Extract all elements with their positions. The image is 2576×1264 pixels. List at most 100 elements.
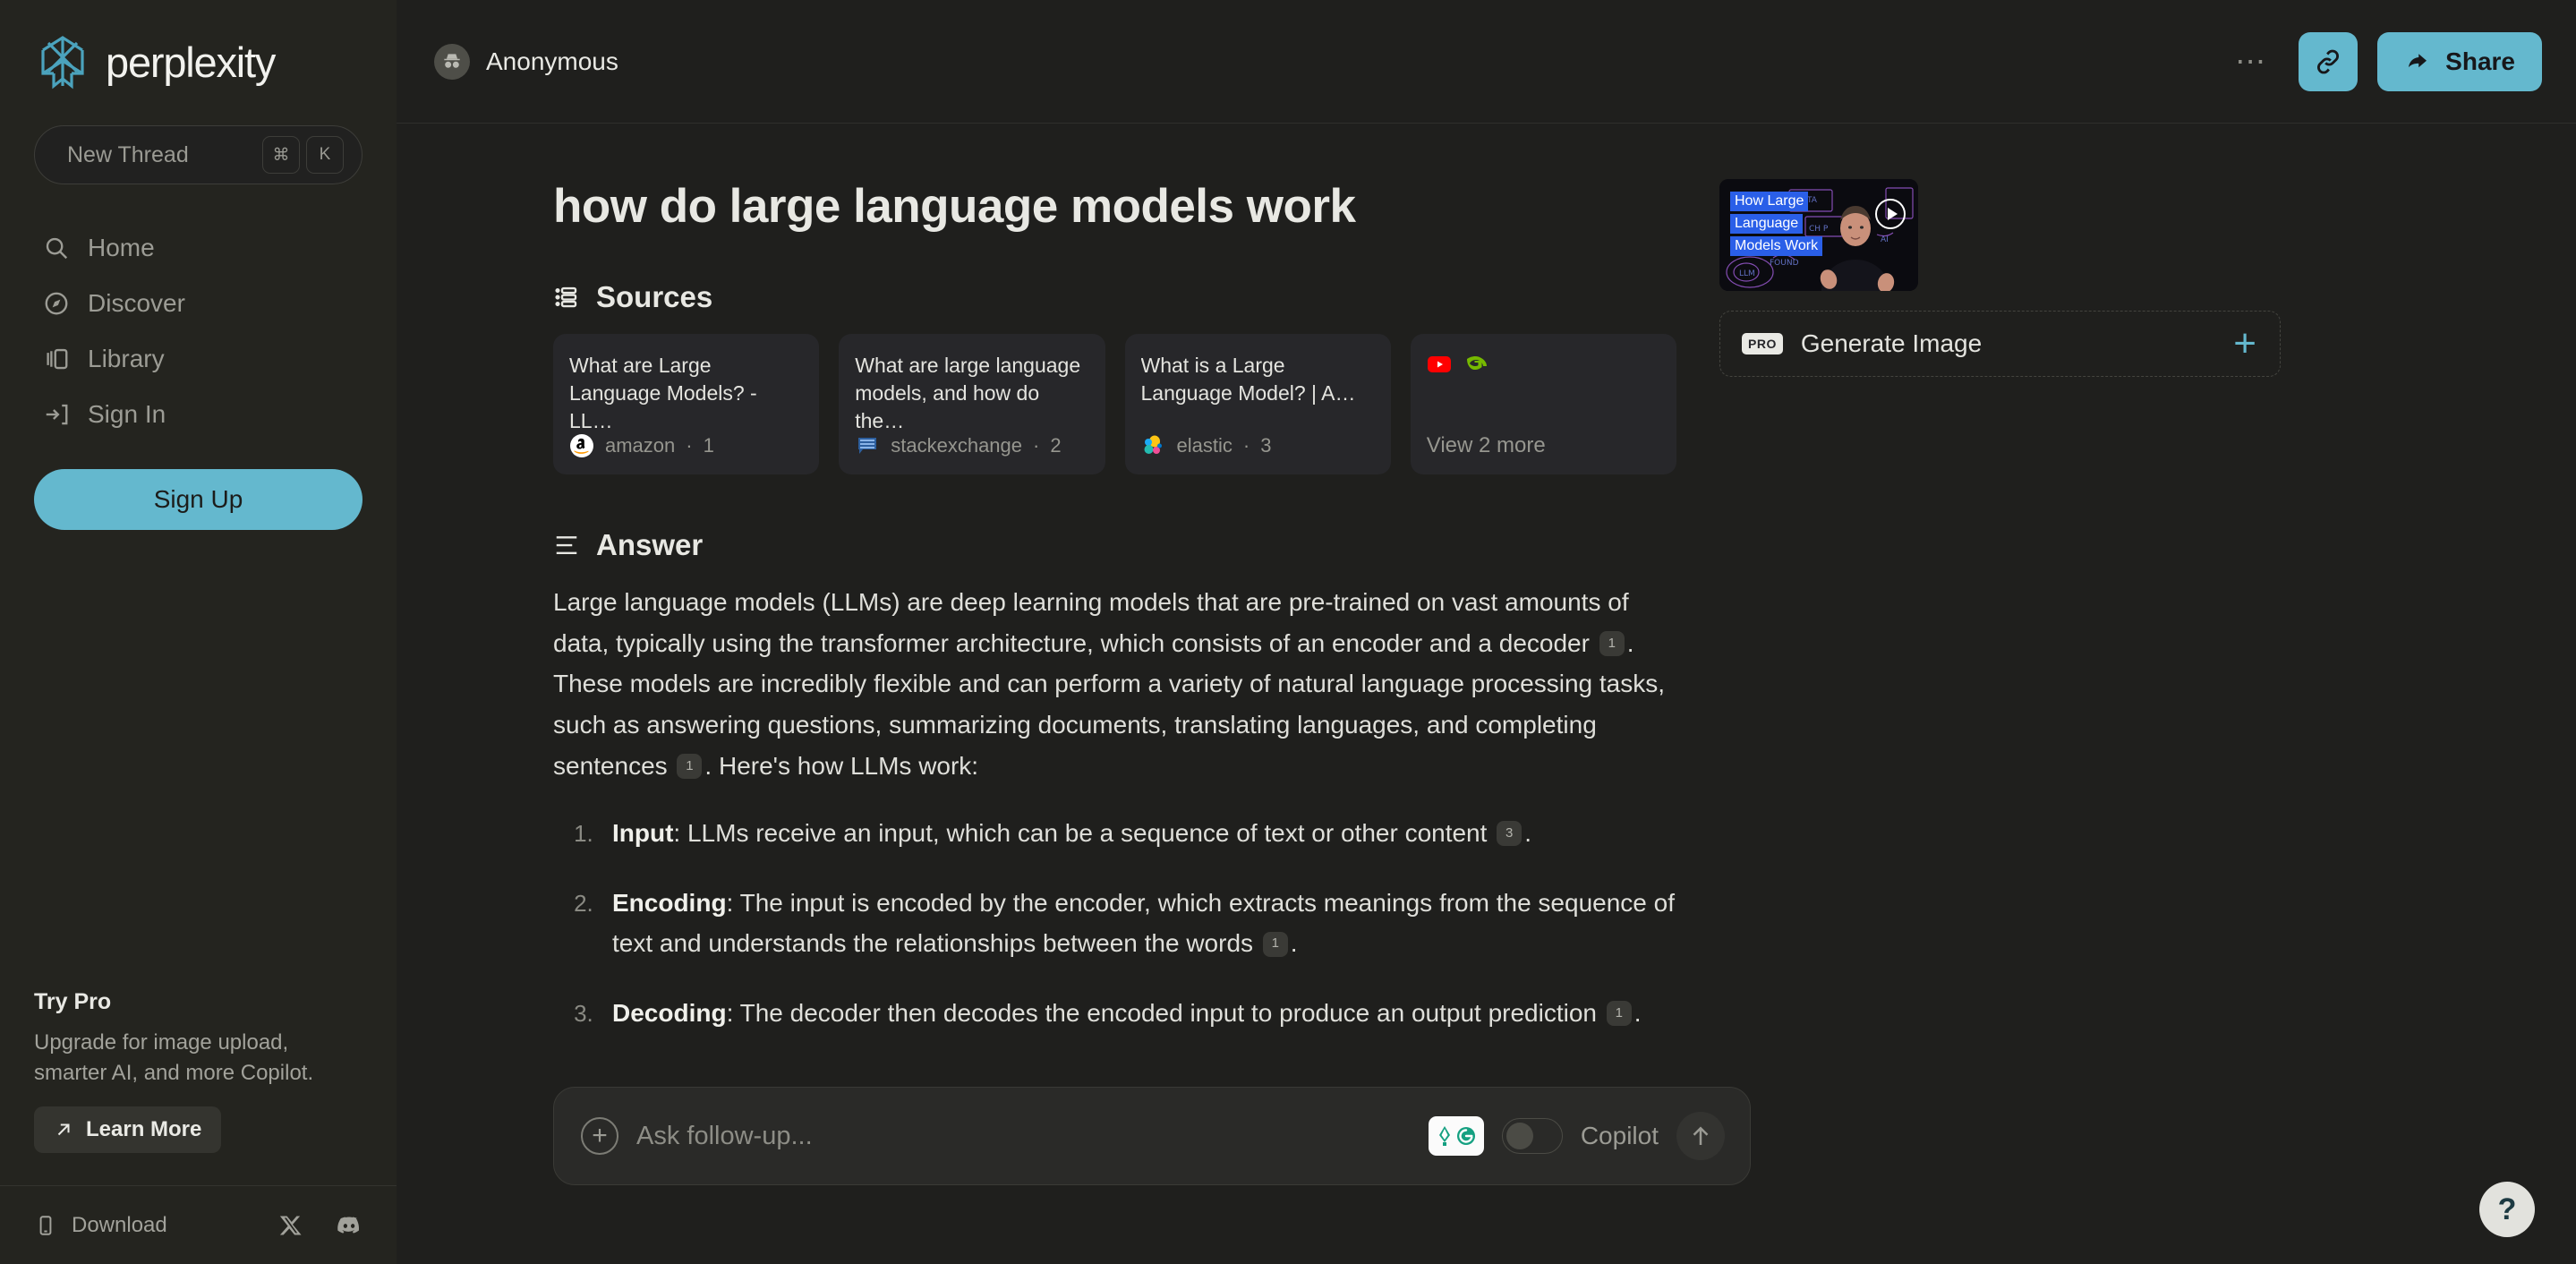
video-thumbnail[interactable]: TA CH P FOUND LLM AI How Large Language … [1719, 179, 1918, 291]
source-site: stackexchange [891, 434, 1023, 457]
copy-link-button[interactable] [2299, 31, 2358, 91]
followup-bar: + Ask follow-up... Copilot [553, 1087, 1751, 1185]
list-item-term: Input [612, 819, 674, 848]
sidebar-item-discover[interactable]: Discover [0, 276, 397, 331]
answer-text-part: . Here's how LLMs work: [704, 751, 979, 780]
list-item-text: : The input is encoded by the encoder, w… [612, 888, 1675, 958]
citation-badge[interactable]: 1 [1262, 931, 1288, 957]
list-item-tail: . [1633, 999, 1642, 1027]
generate-image-button[interactable]: PRO Generate Image + [1719, 311, 2281, 377]
elastic-favicon [1144, 435, 1162, 454]
source-title: What are large language models, and how … [855, 354, 1081, 432]
sidebar-item-label-library: Library [88, 345, 165, 372]
source-index: 3 [1260, 434, 1272, 457]
download-label: Download [72, 1212, 167, 1237]
sidebar-footer: Download [0, 1185, 397, 1264]
compass-icon [45, 292, 68, 315]
sidebar-item-sign-in[interactable]: Sign In [0, 387, 397, 442]
sidebar-item-library[interactable]: Library [0, 331, 397, 387]
amazon-favicon [570, 434, 593, 457]
grammarly-badge-icon[interactable] [1428, 1116, 1484, 1156]
followup-input[interactable]: Ask follow-up... [636, 1122, 1411, 1151]
arrow-up-right-icon [57, 1123, 70, 1136]
x-twitter-icon[interactable] [278, 1213, 303, 1238]
submit-button[interactable] [1676, 1112, 1725, 1160]
new-thread-button[interactable]: New Thread ⌘ K [34, 125, 363, 184]
play-button-icon[interactable] [1875, 199, 1906, 229]
sidebar-item-label-sign-in: Sign In [88, 400, 166, 428]
list-item: Encoding: The input is encoded by the en… [600, 883, 1676, 964]
sidebar-item-label-discover: Discover [88, 289, 185, 317]
answer-paragraph: Large language models (LLMs) are deep le… [553, 582, 1676, 786]
source-title: What are Large Language Models? - LL… [569, 354, 757, 432]
source-meta: elastic · 3 [1141, 433, 1375, 458]
source-site: amazon [605, 434, 676, 457]
citation-badge[interactable]: 3 [1497, 821, 1523, 847]
copilot-toggle[interactable] [1501, 1118, 1563, 1154]
brand-name: perplexity [106, 38, 276, 86]
list-item-tail: . [1290, 929, 1298, 958]
grammarly-g-icon [1457, 1127, 1476, 1145]
followup-bar-wrapper: + Ask follow-up... Copilot [553, 1087, 1751, 1185]
answer-text-part: Large language models (LLMs) are deep le… [553, 588, 1629, 657]
video-title-line: Language [1730, 214, 1804, 234]
view-more-sources-card[interactable]: View 2 more [1410, 334, 1676, 474]
stackexchange-favicon [858, 438, 877, 454]
source-card[interactable]: What are large language models, and how … [839, 334, 1105, 474]
list-item-tail: . [1524, 819, 1531, 848]
app-root: perplexity New Thread ⌘ K Home Discover [0, 0, 2576, 1264]
sidebar-nav: Home Discover Library Sign In [0, 220, 397, 442]
top-bar: Anonymous ⋯ Share [397, 0, 2576, 124]
citation-badge[interactable]: 1 [1599, 630, 1625, 656]
source-card[interactable]: What are Large Language Models? - LL… am… [553, 334, 820, 474]
svg-text:AI: AI [1881, 235, 1889, 244]
perplexity-logo-icon [41, 36, 84, 90]
sources-heading: Sources [553, 280, 1676, 314]
copilot-label: Copilot [1580, 1122, 1659, 1149]
source-title: What is a Large Language Model? | A… [1140, 354, 1356, 405]
grammarly-pen-icon [1439, 1126, 1451, 1146]
avatar [434, 43, 470, 80]
plus-icon[interactable]: + [2233, 323, 2256, 363]
sidebar-item-home[interactable]: Home [0, 220, 397, 276]
discord-icon[interactable] [336, 1212, 363, 1239]
brand-logo[interactable]: perplexity [0, 0, 397, 90]
list-item: Decoding: The decoder then decodes the e… [600, 993, 1676, 1034]
social-links [278, 1212, 363, 1239]
sources-list: What are Large Language Models? - LL… am… [553, 334, 1676, 474]
source-card[interactable]: What is a Large Language Model? | A… ela… [1124, 334, 1391, 474]
source-separator: · [686, 434, 693, 457]
plus-circle-icon[interactable]: + [581, 1117, 618, 1155]
generate-image-label: Generate Image [1800, 329, 1983, 357]
share-arrow-icon [2409, 53, 2427, 67]
answer-section: Answer Large language models (LLMs) are … [553, 528, 1676, 1034]
thread-owner-name: Anonymous [486, 47, 618, 75]
library-icon [47, 348, 68, 370]
list-item: Input: LLMs receive an input, which can … [600, 813, 1676, 854]
list-item-term: Decoding [612, 999, 727, 1027]
download-button[interactable]: Download [34, 1213, 167, 1238]
help-button[interactable]: ? [2479, 1182, 2535, 1237]
try-pro-title: Try Pro [34, 988, 112, 1014]
youtube-favicon [1427, 356, 1451, 372]
citation-badge[interactable]: 1 [677, 753, 703, 779]
sources-list-icon [555, 286, 577, 308]
list-item-text: : The decoder then decodes the encoded i… [726, 999, 1604, 1027]
citation-badge[interactable]: 1 [1606, 1001, 1632, 1027]
source-index: 1 [703, 434, 714, 457]
sidebar-item-label-home: Home [88, 234, 155, 261]
svg-text:FOUND: FOUND [1770, 259, 1799, 268]
video-title-line: Models Work [1730, 236, 1823, 256]
source-separator: · [1242, 434, 1250, 457]
share-button[interactable]: Share [2377, 31, 2542, 91]
ellipsis-icon[interactable]: ⋯ [2224, 44, 2279, 80]
kbd-cmd: ⌘ [262, 136, 300, 174]
source-site: elastic [1176, 434, 1233, 457]
main-panel: Anonymous ⋯ Share how do large language … [397, 0, 2576, 1264]
more-source-icons [1427, 352, 1660, 377]
svg-text:LLM: LLM [1739, 269, 1755, 278]
answer-heading-label: Answer [596, 528, 704, 561]
learn-more-button[interactable]: Learn More [34, 1106, 222, 1153]
sign-up-button[interactable]: Sign Up [34, 469, 363, 530]
